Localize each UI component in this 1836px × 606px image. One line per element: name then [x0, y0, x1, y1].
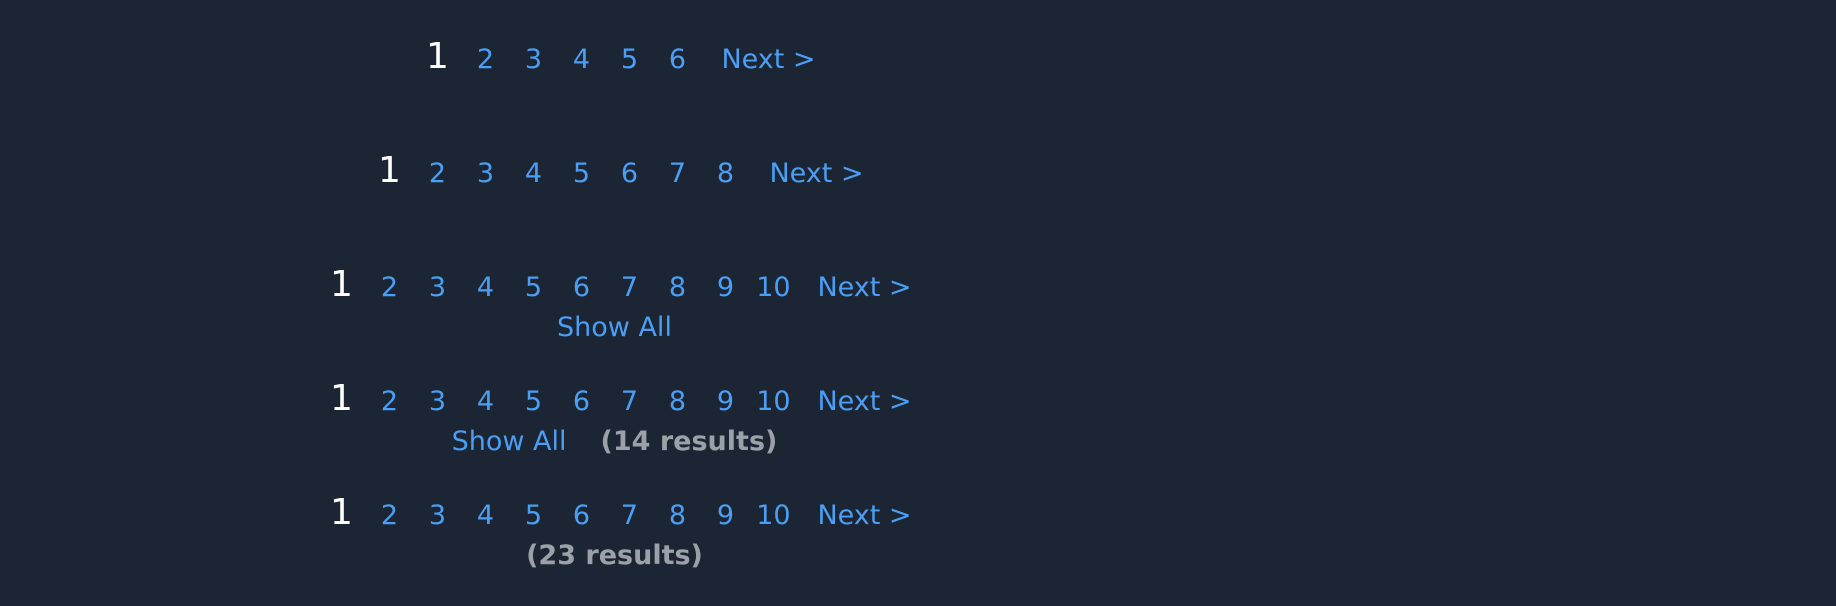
next-link[interactable]: Next >	[817, 496, 911, 536]
page-link-2[interactable]: 2	[461, 40, 509, 80]
page-link-7[interactable]: 7	[605, 382, 653, 422]
pager-row: 1 2 3 4 5 6 7 8 9 10 Next >	[0, 493, 1229, 533]
page-link-8[interactable]: 8	[653, 382, 701, 422]
page-link-5[interactable]: 5	[557, 154, 605, 194]
page-link-4[interactable]: 4	[557, 40, 605, 80]
next-link[interactable]: Next >	[817, 382, 911, 422]
page-link-8[interactable]: 8	[701, 154, 749, 194]
page-link-10[interactable]: 10	[749, 496, 797, 536]
pager-3: 1 2 3 4 5 6 7 8 9 10 Next > Show All	[0, 265, 1229, 348]
page-link-4[interactable]: 4	[461, 268, 509, 308]
page-link-2[interactable]: 2	[365, 496, 413, 536]
page-link-9[interactable]: 9	[701, 382, 749, 422]
current-page: 1	[329, 264, 353, 305]
results-count: (23 results)	[526, 540, 703, 571]
page-link-3[interactable]: 3	[413, 496, 461, 536]
page-link-2[interactable]: 2	[365, 268, 413, 308]
pager-row: 1 2 3 4 5 6 7 8 9 10 Next >	[0, 265, 1229, 305]
page-link-4[interactable]: 4	[461, 382, 509, 422]
page-link-6[interactable]: 6	[653, 40, 701, 80]
page-link-6[interactable]: 6	[557, 382, 605, 422]
page-link-9[interactable]: 9	[701, 496, 749, 536]
page-link-2[interactable]: 2	[413, 154, 461, 194]
pagination-examples: 1 2 3 4 5 6 Next > 1 2 3 4 5 6 7 8 Next …	[0, 0, 1836, 606]
next-link[interactable]: Next >	[769, 154, 863, 194]
pager-footer: Show All	[0, 308, 1229, 348]
pager-2: 1 2 3 4 5 6 7 8 Next >	[0, 151, 1229, 191]
pager-row: 1 2 3 4 5 6 7 8 Next >	[0, 151, 1229, 191]
current-page: 1	[329, 492, 353, 533]
pager-row: 1 2 3 4 5 6 Next >	[0, 37, 1229, 77]
page-link-9[interactable]: 9	[701, 268, 749, 308]
page-link-3[interactable]: 3	[413, 382, 461, 422]
show-all-link[interactable]: Show All	[452, 422, 567, 462]
page-link-3[interactable]: 3	[509, 40, 557, 80]
page-link-8[interactable]: 8	[653, 268, 701, 308]
pager-row: 1 2 3 4 5 6 7 8 9 10 Next >	[0, 379, 1229, 419]
page-link-2[interactable]: 2	[365, 382, 413, 422]
page-link-5[interactable]: 5	[509, 496, 557, 536]
show-all-link[interactable]: Show All	[557, 308, 672, 348]
page-link-4[interactable]: 4	[509, 154, 557, 194]
page-link-7[interactable]: 7	[605, 496, 653, 536]
page-link-10[interactable]: 10	[749, 382, 797, 422]
page-link-8[interactable]: 8	[653, 496, 701, 536]
results-count: (14 results)	[600, 426, 778, 457]
pager-footer: Show All (14 results)	[0, 422, 1229, 462]
next-link[interactable]: Next >	[721, 40, 815, 80]
page-link-4[interactable]: 4	[461, 496, 509, 536]
current-page: 1	[329, 378, 353, 419]
current-page: 1	[377, 150, 401, 191]
pager-5: 1 2 3 4 5 6 7 8 9 10 Next > (23 results)	[0, 493, 1229, 576]
page-link-6[interactable]: 6	[557, 496, 605, 536]
next-link[interactable]: Next >	[817, 268, 911, 308]
page-link-3[interactable]: 3	[461, 154, 509, 194]
page-link-6[interactable]: 6	[605, 154, 653, 194]
pager-footer: (23 results)	[0, 536, 1229, 576]
page-link-5[interactable]: 5	[509, 382, 557, 422]
page-link-3[interactable]: 3	[413, 268, 461, 308]
page-link-7[interactable]: 7	[605, 268, 653, 308]
page-link-10[interactable]: 10	[749, 268, 797, 308]
page-link-5[interactable]: 5	[509, 268, 557, 308]
pager-1: 1 2 3 4 5 6 Next >	[0, 37, 1229, 77]
page-link-7[interactable]: 7	[653, 154, 701, 194]
page-link-6[interactable]: 6	[557, 268, 605, 308]
page-link-5[interactable]: 5	[605, 40, 653, 80]
current-page: 1	[425, 36, 449, 77]
pager-4: 1 2 3 4 5 6 7 8 9 10 Next > Show All (14…	[0, 379, 1229, 462]
